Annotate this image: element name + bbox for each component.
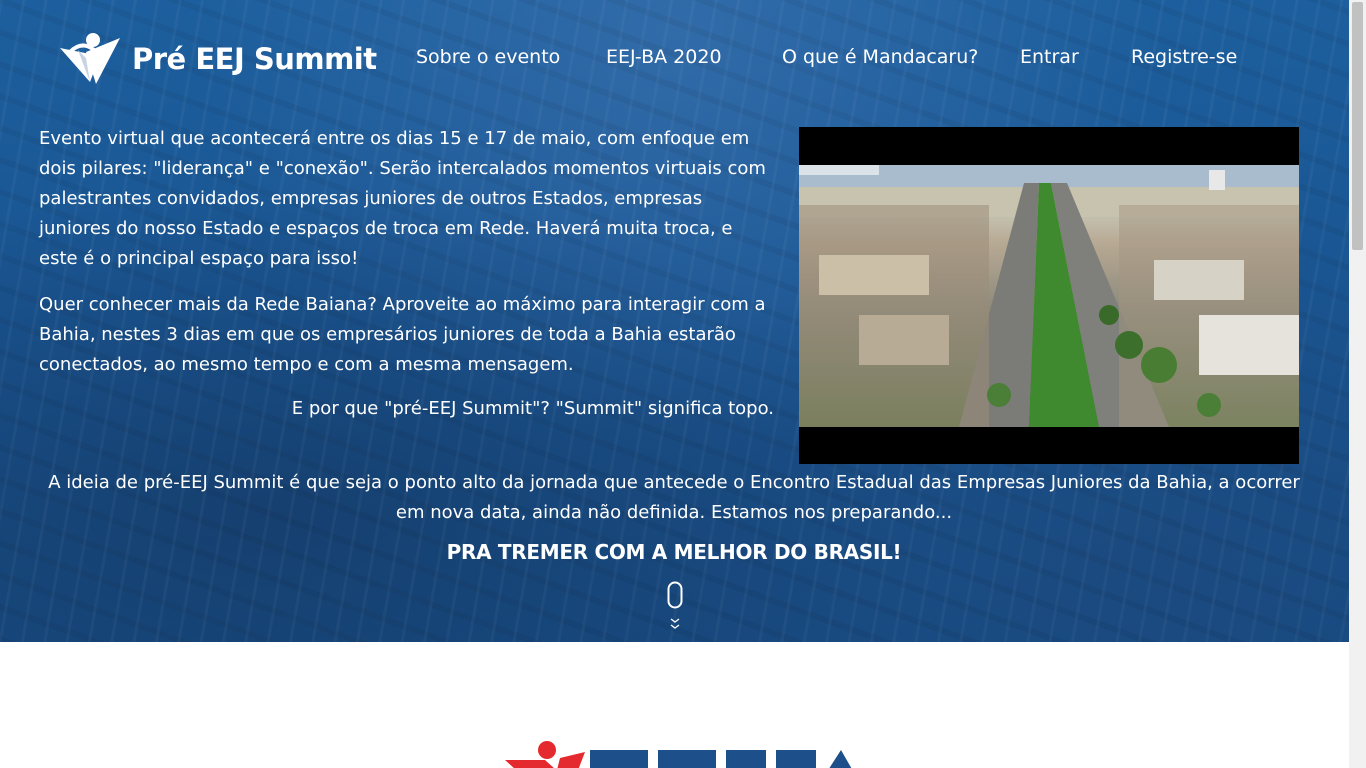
main-nav: Sobre o evento EEJ-BA 2020 O que é Manda…: [0, 46, 1349, 72]
eejba-logo-icon: [505, 741, 852, 768]
page-scrollbar[interactable]: [1349, 0, 1366, 768]
nav-item-entrar[interactable]: Entrar: [1020, 46, 1079, 68]
mouse-scroll-icon: [667, 581, 683, 629]
hero-section: Pré EEJ Summit Sobre o evento EEJ-BA 202…: [0, 0, 1349, 642]
intro-paragraph: Evento virtual que acontecerá entre os d…: [39, 128, 766, 269]
nav-item-sobre-o-evento[interactable]: Sobre o evento: [416, 46, 560, 68]
nav-item-mandacaru[interactable]: O que é Mandacaru?: [782, 46, 978, 68]
tagline: PRA TREMER COM A MELHOR DO BRASIL!: [446, 540, 902, 564]
video-player[interactable]: [799, 127, 1299, 464]
nav-item-eej-ba-2020[interactable]: EEJ-BA 2020: [606, 46, 722, 68]
eej-ba-section: [0, 642, 1349, 768]
scroll-down-indicator[interactable]: [667, 581, 683, 636]
video-thumbnail-aerial-city: [799, 165, 1299, 427]
nav-item-registre-se[interactable]: Registre-se: [1131, 46, 1237, 68]
aerial-avenue-image: [799, 165, 1299, 427]
intro-text: Evento virtual que acontecerá entre os d…: [39, 124, 774, 440]
summit-meaning: E por que "pré-EEJ Summit"? "Summit" sig…: [291, 398, 774, 419]
intro-paragraph: Quer conhecer mais da Rede Baiana? Aprov…: [39, 294, 766, 375]
idea-text: A ideia de pré-EEJ Summit é que seja o p…: [48, 472, 1300, 523]
scrollbar-thumb[interactable]: [1352, 2, 1363, 250]
